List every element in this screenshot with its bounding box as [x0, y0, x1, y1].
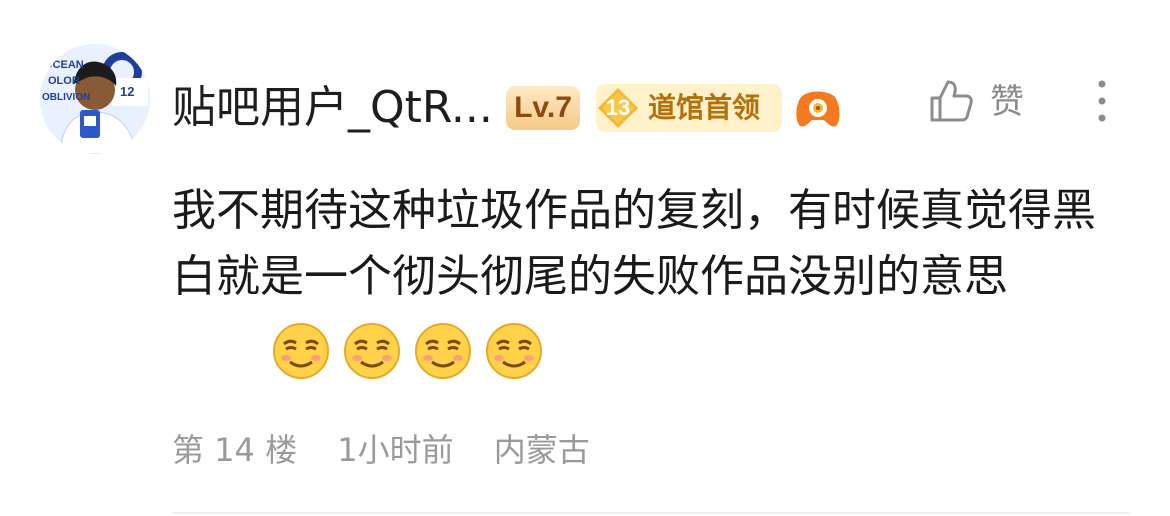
level-badge: Lv.7 [506, 86, 580, 130]
thumbs-up-icon[interactable] [928, 78, 974, 124]
comment-meta: 第 14 楼 1小时前 内蒙古 [172, 428, 620, 472]
more-options-icon[interactable] [1090, 78, 1114, 124]
smirk-emoji-icon [415, 323, 472, 379]
avatar-text-1: OCEAN [44, 59, 84, 71]
username[interactable]: 贴吧用户_QtR... [172, 78, 493, 138]
smirk-emoji-icon [486, 323, 543, 379]
divider [172, 512, 1130, 514]
like-button-label[interactable]: 赞 [990, 80, 1024, 124]
emoji-row [272, 322, 551, 384]
avatar-badge-number: 12 [120, 84, 134, 99]
smirk-emoji-icon [273, 323, 329, 379]
comment-text: 我不期待这种垃圾作品的复刻，有时候真觉得黑白就是一个彻头彻尾的失败作品没别的意思 [172, 185, 1096, 302]
smirk-emoji-icon [344, 323, 401, 379]
post-location: 内蒙古 [493, 431, 590, 469]
floor-number: 第 14 楼 [172, 431, 298, 469]
avatar-text-2: OLOR [48, 75, 80, 87]
title-badge-number-icon: 13 [596, 86, 640, 130]
title-badge: 13 道馆首领 [596, 84, 782, 132]
title-badge-number: 13 [605, 95, 631, 120]
avatar-image: OCEAN OLOR OBLIVION 12 [40, 44, 150, 154]
post-time: 1小时前 [337, 431, 454, 469]
avatar-text-3: OBLIVION [42, 92, 90, 103]
user-avatar[interactable]: OCEAN OLOR OBLIVION 12 [40, 44, 150, 154]
game-controller-icon [796, 91, 840, 127]
title-badge-text: 道馆首领 [648, 91, 761, 124]
